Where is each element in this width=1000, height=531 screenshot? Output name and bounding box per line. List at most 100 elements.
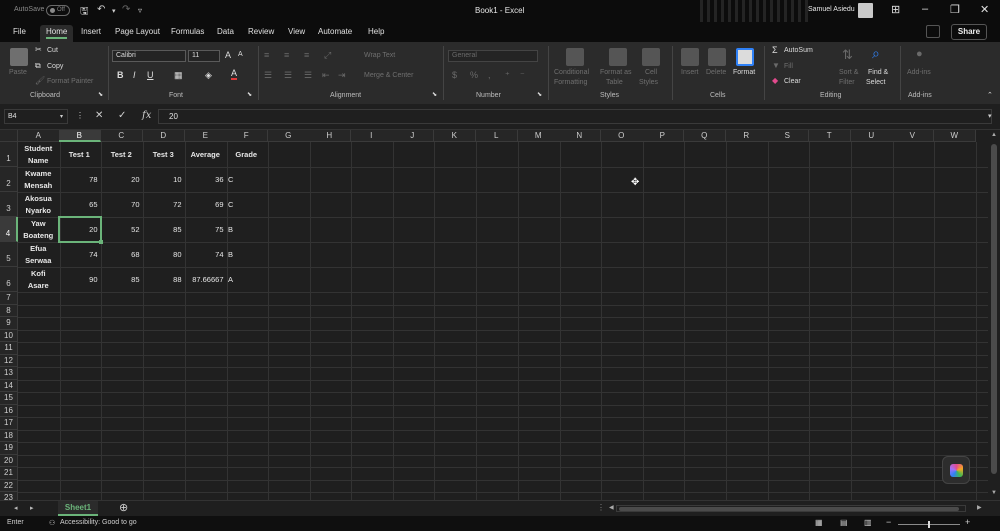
grade-cell[interactable]: C: [228, 175, 265, 184]
cut-button[interactable]: Cut: [47, 47, 58, 54]
format-as-table-button[interactable]: Format as: [600, 69, 632, 76]
header-cell[interactable]: Student Name: [20, 143, 57, 167]
align-center-icon[interactable]: ☰: [284, 70, 292, 81]
scroll-right-icon[interactable]: ▶: [977, 504, 982, 511]
test2-cell[interactable]: 85: [103, 275, 139, 284]
insert-cells-button[interactable]: Insert: [681, 69, 699, 76]
test2-cell[interactable]: 20: [103, 175, 139, 184]
test3-cell[interactable]: 10: [145, 175, 181, 184]
confirm-entry-icon[interactable]: ✓: [118, 110, 126, 121]
sheet-tab-sheet1[interactable]: Sheet1: [58, 501, 98, 516]
decrease-decimal-icon[interactable]: ⁻: [520, 70, 525, 81]
row-header-3[interactable]: 3: [0, 192, 18, 217]
prev-sheet-icon[interactable]: ◂: [14, 504, 18, 512]
average-cell[interactable]: 36: [187, 175, 223, 184]
tab-page-layout[interactable]: Page Layout: [115, 25, 160, 42]
vertical-scroll-thumb[interactable]: [991, 144, 997, 474]
copy-button[interactable]: Copy: [47, 63, 63, 70]
horizontal-scroll-thumb[interactable]: [619, 507, 959, 511]
scroll-up-icon[interactable]: ▲: [991, 132, 997, 138]
close-icon[interactable]: ✕: [980, 3, 989, 16]
column-header-d[interactable]: D: [143, 130, 185, 142]
row-header-5[interactable]: 5: [0, 242, 18, 267]
test3-cell[interactable]: 85: [145, 225, 181, 234]
column-header-n[interactable]: N: [559, 130, 601, 142]
next-sheet-icon[interactable]: ▸: [30, 504, 34, 512]
normal-view-icon[interactable]: ▦: [815, 518, 823, 527]
copilot-button[interactable]: [942, 456, 970, 484]
test2-cell[interactable]: 68: [103, 250, 139, 259]
tab-insert[interactable]: Insert: [81, 25, 101, 42]
delete-cells-button[interactable]: Delete: [706, 69, 726, 76]
find-select-button[interactable]: Find &: [868, 69, 888, 76]
tab-review[interactable]: Review: [248, 25, 274, 42]
fill-button[interactable]: Fill: [784, 63, 793, 70]
average-cell[interactable]: 74: [187, 250, 223, 259]
row-header-6[interactable]: 6: [0, 267, 18, 292]
row-header-4[interactable]: 4: [0, 217, 18, 242]
collapse-ribbon-icon[interactable]: ⌃: [987, 91, 993, 99]
header-cell[interactable]: Test 2: [103, 150, 140, 159]
row-header-19[interactable]: 19: [0, 442, 18, 455]
tab-split-handle-icon[interactable]: ⋮: [597, 503, 605, 512]
column-header-l[interactable]: L: [476, 130, 518, 142]
align-top-icon[interactable]: ≡: [264, 50, 269, 60]
column-header-r[interactable]: R: [726, 130, 768, 142]
column-header-w[interactable]: W: [934, 130, 976, 142]
column-header-i[interactable]: I: [351, 130, 393, 142]
zoom-slider-thumb[interactable]: [928, 521, 930, 528]
row-header-14[interactable]: 14: [0, 379, 18, 392]
row-header-9[interactable]: 9: [0, 317, 18, 330]
save-icon[interactable]: 🖫: [80, 4, 89, 21]
student-name-cell[interactable]: Efua Serwaa: [20, 243, 57, 267]
align-bottom-icon[interactable]: ≡: [304, 50, 309, 60]
tab-automate[interactable]: Automate: [318, 25, 352, 42]
grade-cell[interactable]: B: [228, 225, 265, 234]
column-header-k[interactable]: K: [434, 130, 476, 142]
paste-button[interactable]: Paste: [9, 69, 27, 76]
row-header-21[interactable]: 21: [0, 467, 18, 480]
row-header-11[interactable]: 11: [0, 342, 18, 355]
tab-file[interactable]: File: [13, 25, 26, 42]
format-cells-button[interactable]: Format: [733, 69, 755, 76]
autosave-toggle[interactable]: Off: [46, 5, 70, 16]
tab-home[interactable]: Home: [40, 25, 74, 42]
avatar[interactable]: [858, 3, 873, 18]
increase-decimal-icon[interactable]: ⁺: [505, 70, 510, 81]
student-name-cell[interactable]: Akosua Nyarko: [20, 193, 57, 217]
column-header-t[interactable]: T: [809, 130, 851, 142]
tab-view[interactable]: View: [288, 25, 305, 42]
clipboard-launcher-icon[interactable]: ⬊: [98, 91, 103, 98]
column-header-u[interactable]: U: [851, 130, 893, 142]
column-header-p[interactable]: P: [642, 130, 684, 142]
align-middle-icon[interactable]: ≡: [284, 50, 289, 60]
row-header-8[interactable]: 8: [0, 304, 18, 317]
row-header-17[interactable]: 17: [0, 417, 18, 430]
number-format-select[interactable]: General: [448, 50, 538, 62]
font-size-select[interactable]: 11: [188, 50, 220, 62]
font-family-select[interactable]: Calibri: [112, 50, 186, 62]
average-cell[interactable]: 87.66667: [187, 275, 223, 284]
row-header-2[interactable]: 2: [0, 167, 18, 192]
sort-filter-button[interactable]: Sort &: [839, 69, 858, 76]
column-header-g[interactable]: G: [268, 130, 310, 142]
borders-icon[interactable]: ▦: [174, 70, 183, 81]
test3-cell[interactable]: 72: [145, 200, 181, 209]
vertical-scrollbar[interactable]: ▲ ▼: [988, 130, 1000, 500]
font-color-icon[interactable]: A: [231, 69, 238, 80]
column-header-s[interactable]: S: [767, 130, 809, 142]
average-cell[interactable]: 75: [187, 225, 223, 234]
restore-icon[interactable]: ❐: [950, 3, 960, 16]
column-header-e[interactable]: E: [185, 130, 227, 142]
average-cell[interactable]: 69: [187, 200, 223, 209]
bold-icon[interactable]: B: [117, 70, 124, 80]
row-header-10[interactable]: 10: [0, 329, 18, 342]
column-header-o[interactable]: O: [601, 130, 643, 142]
minimize-icon[interactable]: –: [922, 3, 928, 15]
scroll-left-icon[interactable]: ◀: [609, 504, 614, 511]
font-launcher-icon[interactable]: ⬊: [247, 91, 252, 98]
undo-dropdown-icon[interactable]: ▾: [112, 7, 116, 15]
user-name[interactable]: Samuel Asiedu: [808, 6, 855, 13]
orientation-icon[interactable]: ⤢: [324, 50, 331, 61]
tab-help[interactable]: Help: [368, 25, 384, 42]
